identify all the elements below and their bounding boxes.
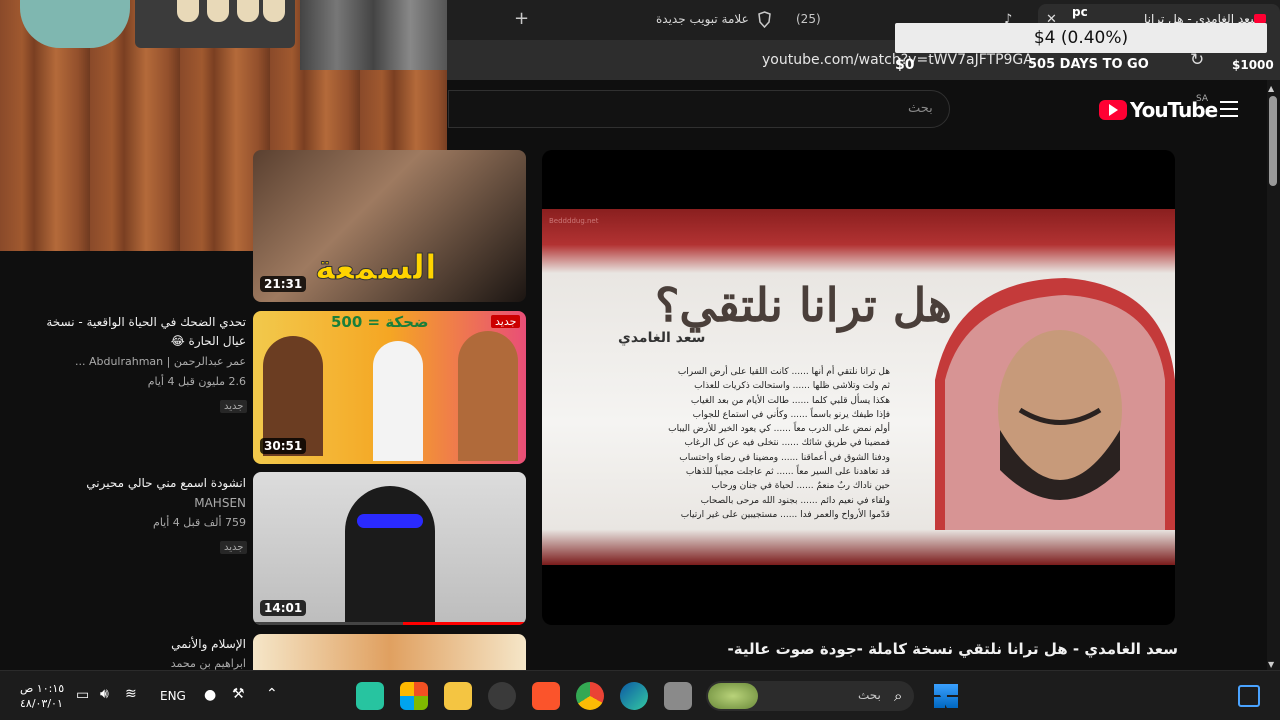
cam-shoe-shelf bbox=[135, 0, 295, 48]
tab-new-tab[interactable]: علامة تبويب جديدة bbox=[656, 12, 749, 26]
sidebar-video-title[interactable]: انشودة اسمع مني حالي محيرني bbox=[20, 474, 246, 493]
sidebar-video-title[interactable]: الإسلام والأنمي bbox=[20, 635, 246, 654]
views: 2.6 مليون bbox=[198, 375, 246, 388]
scroll-down-icon[interactable]: ▼ bbox=[1268, 660, 1274, 669]
scrollbar-thumb[interactable] bbox=[1269, 96, 1277, 186]
pc-label: pc bbox=[1072, 5, 1088, 19]
sidebar-thumb-1[interactable]: السمعة 21:31 bbox=[253, 150, 526, 302]
search-placeholder: بحث bbox=[908, 101, 933, 116]
poem-text: هل ترانا نلتقي أم أنها ...... كانت اللقي… bbox=[620, 365, 890, 522]
duration-badge: 30:51 bbox=[260, 438, 307, 454]
poem-line: هكذا يسأل قلبي كلما ...... طالت الأيام م… bbox=[690, 395, 890, 406]
microphone-icon[interactable]: ● bbox=[204, 687, 216, 703]
sidebar-channel[interactable]: ابراهيم بن محمد bbox=[20, 657, 246, 670]
thumb-text: ضحكة = 500 bbox=[331, 313, 429, 331]
sidebar-meta: 2.6 مليون قبل 4 أيام bbox=[20, 375, 246, 388]
sidebar-thumb-4[interactable] bbox=[253, 634, 526, 670]
thumb-text: السمعة bbox=[315, 248, 438, 289]
overlay-left-amount: $0 bbox=[895, 57, 915, 73]
new-badge: جديد bbox=[491, 315, 521, 328]
youtube-favicon-icon bbox=[1254, 14, 1266, 23]
frame-title: هل ترانا نلتقي؟ bbox=[655, 278, 952, 332]
search-icon: ⌕ bbox=[894, 687, 903, 705]
sidebar-thumb-2[interactable]: ضحكة = 500 جديد 30:51 bbox=[253, 311, 526, 464]
duration-badge: 14:01 bbox=[260, 600, 307, 616]
youtube-play-icon bbox=[1109, 104, 1118, 116]
poem-line: فإذا طيفك يرنو باسماً ...... وكأني في اس… bbox=[692, 409, 890, 420]
menu-icon[interactable] bbox=[1220, 101, 1238, 117]
video-title: سعد الغامدي - هل ترانا نلتقي نسخة كاملة … bbox=[727, 640, 1179, 658]
sheikh-portrait bbox=[935, 278, 1175, 530]
poem-line: قدّموا الأرواح والعمر فدا ...... مستجيبي… bbox=[680, 509, 890, 520]
new-label: جديد bbox=[220, 400, 248, 413]
new-tab-plus-icon[interactable]: + bbox=[514, 8, 529, 29]
video-watermark: Beddddug.net bbox=[549, 217, 599, 225]
language-indicator[interactable]: ENG bbox=[160, 689, 186, 703]
progress-fill bbox=[403, 622, 526, 625]
volume-icon[interactable]: 🔊︎ bbox=[100, 686, 109, 702]
overlay-right-amount: $1000 bbox=[1232, 58, 1274, 72]
poem-line: فمضينا في طريق شائك ...... نتخلى فيه عن … bbox=[684, 438, 890, 449]
taskbar-search-placeholder: بحث bbox=[858, 688, 881, 702]
poem-line: ولقاء في نعيم دائم ...... بجنود الله مرح… bbox=[700, 495, 890, 506]
cam-shoe bbox=[207, 0, 229, 22]
sidebar-new-label: جديد bbox=[220, 535, 248, 554]
poem-line: أولم نمض على الدرب معاً ...... كي يعود ا… bbox=[668, 424, 890, 435]
age: قبل 4 أيام bbox=[147, 375, 195, 388]
app-icon-teal[interactable] bbox=[356, 682, 384, 710]
scroll-up-icon[interactable]: ▲ bbox=[1268, 84, 1274, 93]
sidebar-new-label: جديد bbox=[220, 394, 248, 413]
taskbar-date[interactable]: ٤٨/٠٣/٠١ bbox=[20, 697, 63, 710]
microsoft-store-icon[interactable] bbox=[400, 682, 428, 710]
task-view-icon[interactable] bbox=[664, 682, 692, 710]
search-highlight-icon bbox=[708, 683, 758, 709]
wifi-icon[interactable]: ≋ bbox=[125, 686, 137, 702]
sidebar-thumb-3[interactable]: 14:01 bbox=[253, 472, 526, 625]
poem-line: حين ناداك ربٌ منعمٌ ...... لحياة في جنان… bbox=[711, 481, 890, 492]
sidebar-meta: 759 ألف قبل 4 أيام bbox=[20, 516, 246, 529]
reload-icon[interactable]: ↻ bbox=[1190, 50, 1204, 70]
cam-shoe bbox=[177, 0, 199, 22]
cam-basket bbox=[20, 0, 130, 48]
tab-count[interactable]: (25) bbox=[796, 12, 821, 26]
edge-icon[interactable] bbox=[620, 682, 648, 710]
region-label: SA bbox=[1196, 94, 1209, 104]
brave-shield-icon[interactable] bbox=[757, 11, 772, 28]
duration-badge: 21:31 bbox=[260, 276, 307, 292]
poem-line: هل ترانا نلتقي أم أنها ...... كانت اللقي… bbox=[677, 367, 890, 377]
poem-line: ودفنا الشوق في أعماقنا ...... ومضينا في … bbox=[679, 452, 890, 463]
sidebar-video-title[interactable]: تحدي الضحك في الحياة الواقعية - نسخة عيا… bbox=[20, 313, 246, 351]
poem-line: ثم ولت وتلاشى ظلها ...... واستحالت ذكريا… bbox=[694, 381, 890, 392]
chrome-icon[interactable] bbox=[576, 682, 604, 710]
thumb-person bbox=[458, 331, 518, 461]
views: 759 ألف bbox=[203, 516, 246, 529]
thumb-person bbox=[345, 486, 435, 625]
thumb-sunglasses bbox=[357, 514, 423, 528]
cam-shoe bbox=[263, 0, 285, 22]
battery-icon[interactable]: ▭ bbox=[76, 687, 89, 703]
brave-browser-icon[interactable] bbox=[532, 682, 560, 710]
taskbar-time[interactable]: ١٠:١٥ ص bbox=[20, 682, 64, 695]
sidebar-channel[interactable]: MAHSEN bbox=[20, 496, 246, 510]
poem-line: قد تعاهدنا على السير معاً ...... ثم عاجل… bbox=[685, 467, 890, 478]
overlay-days-to-go: 505 DAYS TO GO bbox=[1028, 57, 1149, 72]
new-label: جديد bbox=[220, 541, 248, 554]
price-overlay: $4 (0.40%) bbox=[895, 23, 1267, 53]
app-tray-icon[interactable]: ⚒ bbox=[232, 686, 245, 702]
app-icon-circle[interactable] bbox=[488, 682, 516, 710]
thumb-person bbox=[373, 341, 423, 461]
cam-rack bbox=[300, 0, 447, 70]
cam-shoe bbox=[237, 0, 259, 22]
search-input[interactable] bbox=[448, 90, 950, 128]
age: قبل 4 أيام bbox=[153, 516, 201, 529]
sidebar-channel[interactable]: عمر عبدالرحمن | Abdulrahman ... bbox=[20, 355, 246, 368]
widgets-icon[interactable] bbox=[1238, 685, 1260, 707]
chevron-up-icon[interactable]: ⌃ bbox=[266, 686, 278, 702]
frame-author: سعد الغامدي bbox=[618, 330, 706, 346]
file-explorer-icon[interactable] bbox=[444, 682, 472, 710]
